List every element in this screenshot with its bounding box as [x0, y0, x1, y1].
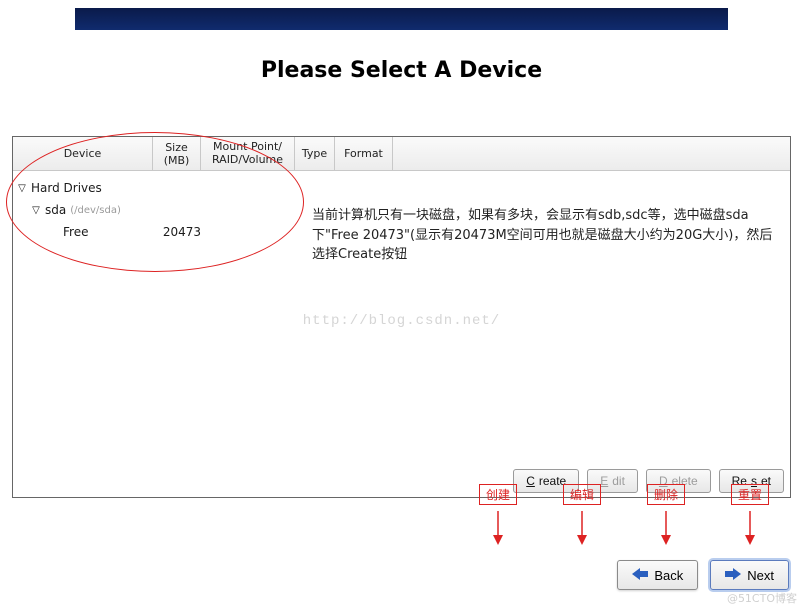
arrow-left-icon — [632, 568, 648, 583]
col-mount[interactable]: Mount Point/ RAID/Volume — [201, 137, 295, 170]
chevron-down-icon[interactable]: ▽ — [27, 205, 45, 216]
page-title: Please Select A Device — [0, 58, 803, 83]
tree-label: Hard Drives — [31, 181, 102, 195]
annotation-delete: 删除 — [635, 484, 697, 545]
chevron-down-icon[interactable]: ▽ — [13, 183, 31, 194]
nav-buttons: Back Next — [617, 560, 789, 590]
table-header: Device Size (MB) Mount Point/ RAID/Volum… — [13, 137, 790, 171]
tree-row-hard-drives[interactable]: ▽ Hard Drives — [13, 177, 790, 199]
col-device[interactable]: Device — [13, 137, 153, 170]
disk-path: (/dev/sda) — [70, 205, 121, 216]
corner-watermark: @51CTO博客 — [727, 590, 797, 606]
disk-name: sda — [45, 203, 66, 217]
next-button[interactable]: Next — [710, 560, 789, 590]
device-panel: Device Size (MB) Mount Point/ RAID/Volum… — [12, 136, 791, 498]
arrow-down-icon — [492, 511, 504, 545]
annotation-labels-row: 创建 编辑 删除 重置 — [0, 484, 803, 545]
arrow-down-icon — [660, 511, 672, 545]
annotation-reset: 重置 — [719, 484, 781, 545]
top-banner — [75, 8, 728, 30]
free-size: 20473 — [153, 225, 201, 239]
free-label: Free — [63, 225, 88, 239]
annotation-text: 当前计算机只有一块磁盘，如果有多块，会显示有sdb,sdc等，选中磁盘sda下"… — [312, 206, 783, 265]
col-size[interactable]: Size (MB) — [153, 137, 201, 170]
annotation-create: 创建 — [467, 484, 529, 545]
arrow-down-icon — [744, 511, 756, 545]
col-format[interactable]: Format — [335, 137, 393, 170]
back-button[interactable]: Back — [617, 560, 698, 590]
arrow-right-icon — [725, 568, 741, 583]
col-type[interactable]: Type — [295, 137, 335, 170]
arrow-down-icon — [576, 511, 588, 545]
annotation-edit: 编辑 — [551, 484, 613, 545]
